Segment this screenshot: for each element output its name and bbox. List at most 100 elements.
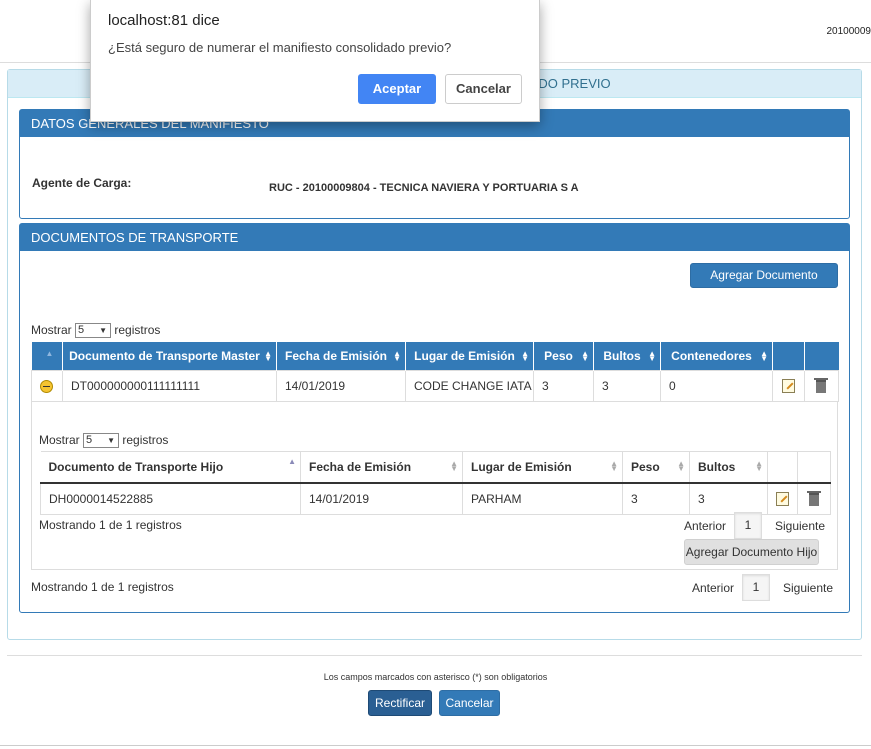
add-master-button[interactable]: Agregar Documento Master xyxy=(690,263,838,305)
master-next-button[interactable]: Siguiente xyxy=(783,581,833,595)
column-header-documento-master[interactable]: Documento de Transporte Master ▲ ▼ xyxy=(62,342,277,371)
expand-column-header[interactable]: ▲ xyxy=(31,342,63,371)
column-header-documento-hijo[interactable]: Documento de Transporte Hijo ▲ xyxy=(40,451,301,484)
column-header-fecha[interactable]: Fecha de Emisión ▲ ▼ xyxy=(276,342,406,371)
trash-icon[interactable] xyxy=(814,378,828,394)
dialog-title: localhost:81 dice xyxy=(108,12,220,29)
sort-asc-icon: ▲ xyxy=(288,457,296,466)
column-header-label: Contenedores xyxy=(671,349,752,363)
child-documento-cell: DH0000014522885 xyxy=(40,482,301,515)
datos-generales-panel: DATOS GENERALES DEL MANIFIESTO Agente de… xyxy=(19,109,850,219)
edit-cell[interactable] xyxy=(772,370,805,402)
sort-icon: ▲ ▼ xyxy=(610,459,618,473)
column-header-label: Lugar de Emisión xyxy=(414,349,515,363)
sort-icon: ▲ ▼ xyxy=(264,349,272,363)
column-header-label: Fecha de Emisión xyxy=(284,349,388,363)
child-bultos-cell: 3 xyxy=(689,482,768,515)
master-fecha-cell: 14/01/2019 xyxy=(276,370,406,402)
required-note: Los campos marcados con asterisco (*) so… xyxy=(323,672,548,682)
child-length-control: Mostrar 5 ▼ registros xyxy=(39,433,169,449)
child-lugar-cell: PARHAM xyxy=(462,482,623,515)
master-header-row: ▲ Documento de Transporte Master ▲ ▼ Fecha… xyxy=(31,342,839,371)
sort-icon: ▲ ▼ xyxy=(581,349,589,363)
registros-label: registros xyxy=(122,433,169,447)
confirm-dialog: localhost:81 dice ¿Está seguro de numera… xyxy=(90,0,540,122)
column-header-label: Documento de Transporte Hijo xyxy=(48,460,224,474)
dialog-cancel-button[interactable]: Cancelar xyxy=(445,74,522,104)
bottom-border xyxy=(0,745,871,746)
edit-cell[interactable] xyxy=(767,482,798,515)
column-header-label: Bultos xyxy=(603,349,641,363)
master-info: Mostrando 1 de 1 registros xyxy=(31,580,174,594)
column-header-label: Documento de Transporte Master xyxy=(69,349,260,363)
delete-column-header xyxy=(797,451,831,484)
child-page-size-select[interactable]: 5 ▼ xyxy=(83,433,120,449)
master-lugar-cell: CODE CHANGE IATA xyxy=(405,370,534,402)
main-panel-title: DO PREVIO xyxy=(538,76,611,91)
child-next-button[interactable]: Siguiente xyxy=(775,519,825,533)
sort-icon: ▲ ▼ xyxy=(521,349,529,363)
footer-divider xyxy=(7,655,862,656)
dialog-message: ¿Está seguro de numerar el manifiesto co… xyxy=(108,40,452,55)
column-header-label: Fecha de Emisión xyxy=(309,460,412,474)
edit-column-header xyxy=(767,451,798,484)
edit-icon[interactable] xyxy=(781,379,795,394)
column-header-label: Peso xyxy=(631,460,660,474)
chevron-down-icon: ▼ xyxy=(107,436,116,446)
column-header-bultos[interactable]: Bultos ▲ ▼ xyxy=(689,451,768,484)
child-fecha-cell: 14/01/2019 xyxy=(300,482,463,515)
child-page-size-value: 5 xyxy=(86,434,93,447)
chevron-down-icon: ▼ xyxy=(99,326,108,336)
master-bultos-cell: 3 xyxy=(593,370,661,402)
column-header-label: Peso xyxy=(544,349,573,363)
child-header-row: Documento de Transporte Hijo ▲ Fecha de E… xyxy=(40,451,831,484)
delete-column-header xyxy=(804,342,839,371)
trash-icon[interactable] xyxy=(806,491,821,507)
rectificar-button[interactable]: Rectificar xyxy=(368,690,432,716)
sort-icon: ▲ ▼ xyxy=(677,459,685,473)
documentos-header: DOCUMENTOS DE TRANSPORTE xyxy=(20,224,849,251)
child-page-button[interactable]: 1 xyxy=(734,512,762,539)
edit-column-header xyxy=(772,342,805,371)
column-header-fecha[interactable]: Fecha de Emisión ▲ ▼ xyxy=(300,451,463,484)
registros-label: registros xyxy=(114,323,161,337)
table-row: DH0000014522885 14/01/2019 PARHAM 3 3 xyxy=(40,482,831,515)
column-header-label: Lugar de Emisión xyxy=(471,460,572,474)
column-header-label: Bultos xyxy=(698,460,736,474)
master-documento-cell: DT000000000111111111 xyxy=(62,370,277,402)
child-prev-button[interactable]: Anterior xyxy=(684,519,726,533)
child-peso-cell: 3 xyxy=(622,482,690,515)
sort-icon: ▲ ▼ xyxy=(450,459,458,473)
delete-cell[interactable] xyxy=(804,370,839,402)
edit-icon[interactable] xyxy=(775,492,789,507)
collapse-minus-icon[interactable] xyxy=(40,380,53,394)
column-header-contenedores[interactable]: Contenedores ▲ ▼ xyxy=(660,342,773,371)
dialog-ok-button[interactable]: Aceptar xyxy=(358,74,436,104)
master-length-control: Mostrar 5 ▼ registros xyxy=(31,323,161,339)
column-header-peso[interactable]: Peso ▲ ▼ xyxy=(622,451,690,484)
master-table: ▲ Documento de Transporte Master ▲ ▼ Fecha… xyxy=(31,342,839,402)
master-page-size-value: 5 xyxy=(78,324,85,337)
master-peso-cell: 3 xyxy=(533,370,594,402)
cancelar-button[interactable]: Cancelar xyxy=(439,690,500,716)
column-header-bultos[interactable]: Bultos ▲ ▼ xyxy=(593,342,661,371)
child-info: Mostrando 1 de 1 registros xyxy=(39,518,182,532)
master-page-button[interactable]: 1 xyxy=(742,574,770,601)
sort-icon: ▲ ▼ xyxy=(648,349,656,363)
agente-value: RUC - 20100009804 - TECNICA NAVIERA Y PO… xyxy=(269,182,579,194)
ruc-fragment: 20100009 xyxy=(826,26,871,37)
sort-icon: ▲ ▼ xyxy=(760,349,768,363)
master-page-size-select[interactable]: 5 ▼ xyxy=(75,323,112,339)
agente-label: Agente de Carga: xyxy=(32,176,132,190)
add-child-button[interactable]: Agregar Documento Hijo xyxy=(684,539,819,565)
column-header-peso[interactable]: Peso ▲ ▼ xyxy=(533,342,594,371)
mostrar-label: Mostrar xyxy=(31,323,72,337)
column-header-lugar[interactable]: Lugar de Emisión ▲ ▼ xyxy=(462,451,623,484)
collapse-cell[interactable] xyxy=(31,370,63,402)
master-prev-button[interactable]: Anterior xyxy=(692,581,734,595)
column-header-lugar[interactable]: Lugar de Emisión ▲ ▼ xyxy=(405,342,534,371)
table-row: DT000000000111111111 14/01/2019 CODE CHA… xyxy=(31,370,839,402)
sort-icon: ▲ ▼ xyxy=(393,349,401,363)
delete-cell[interactable] xyxy=(797,482,831,515)
sort-asc-icon: ▲ xyxy=(45,349,54,358)
